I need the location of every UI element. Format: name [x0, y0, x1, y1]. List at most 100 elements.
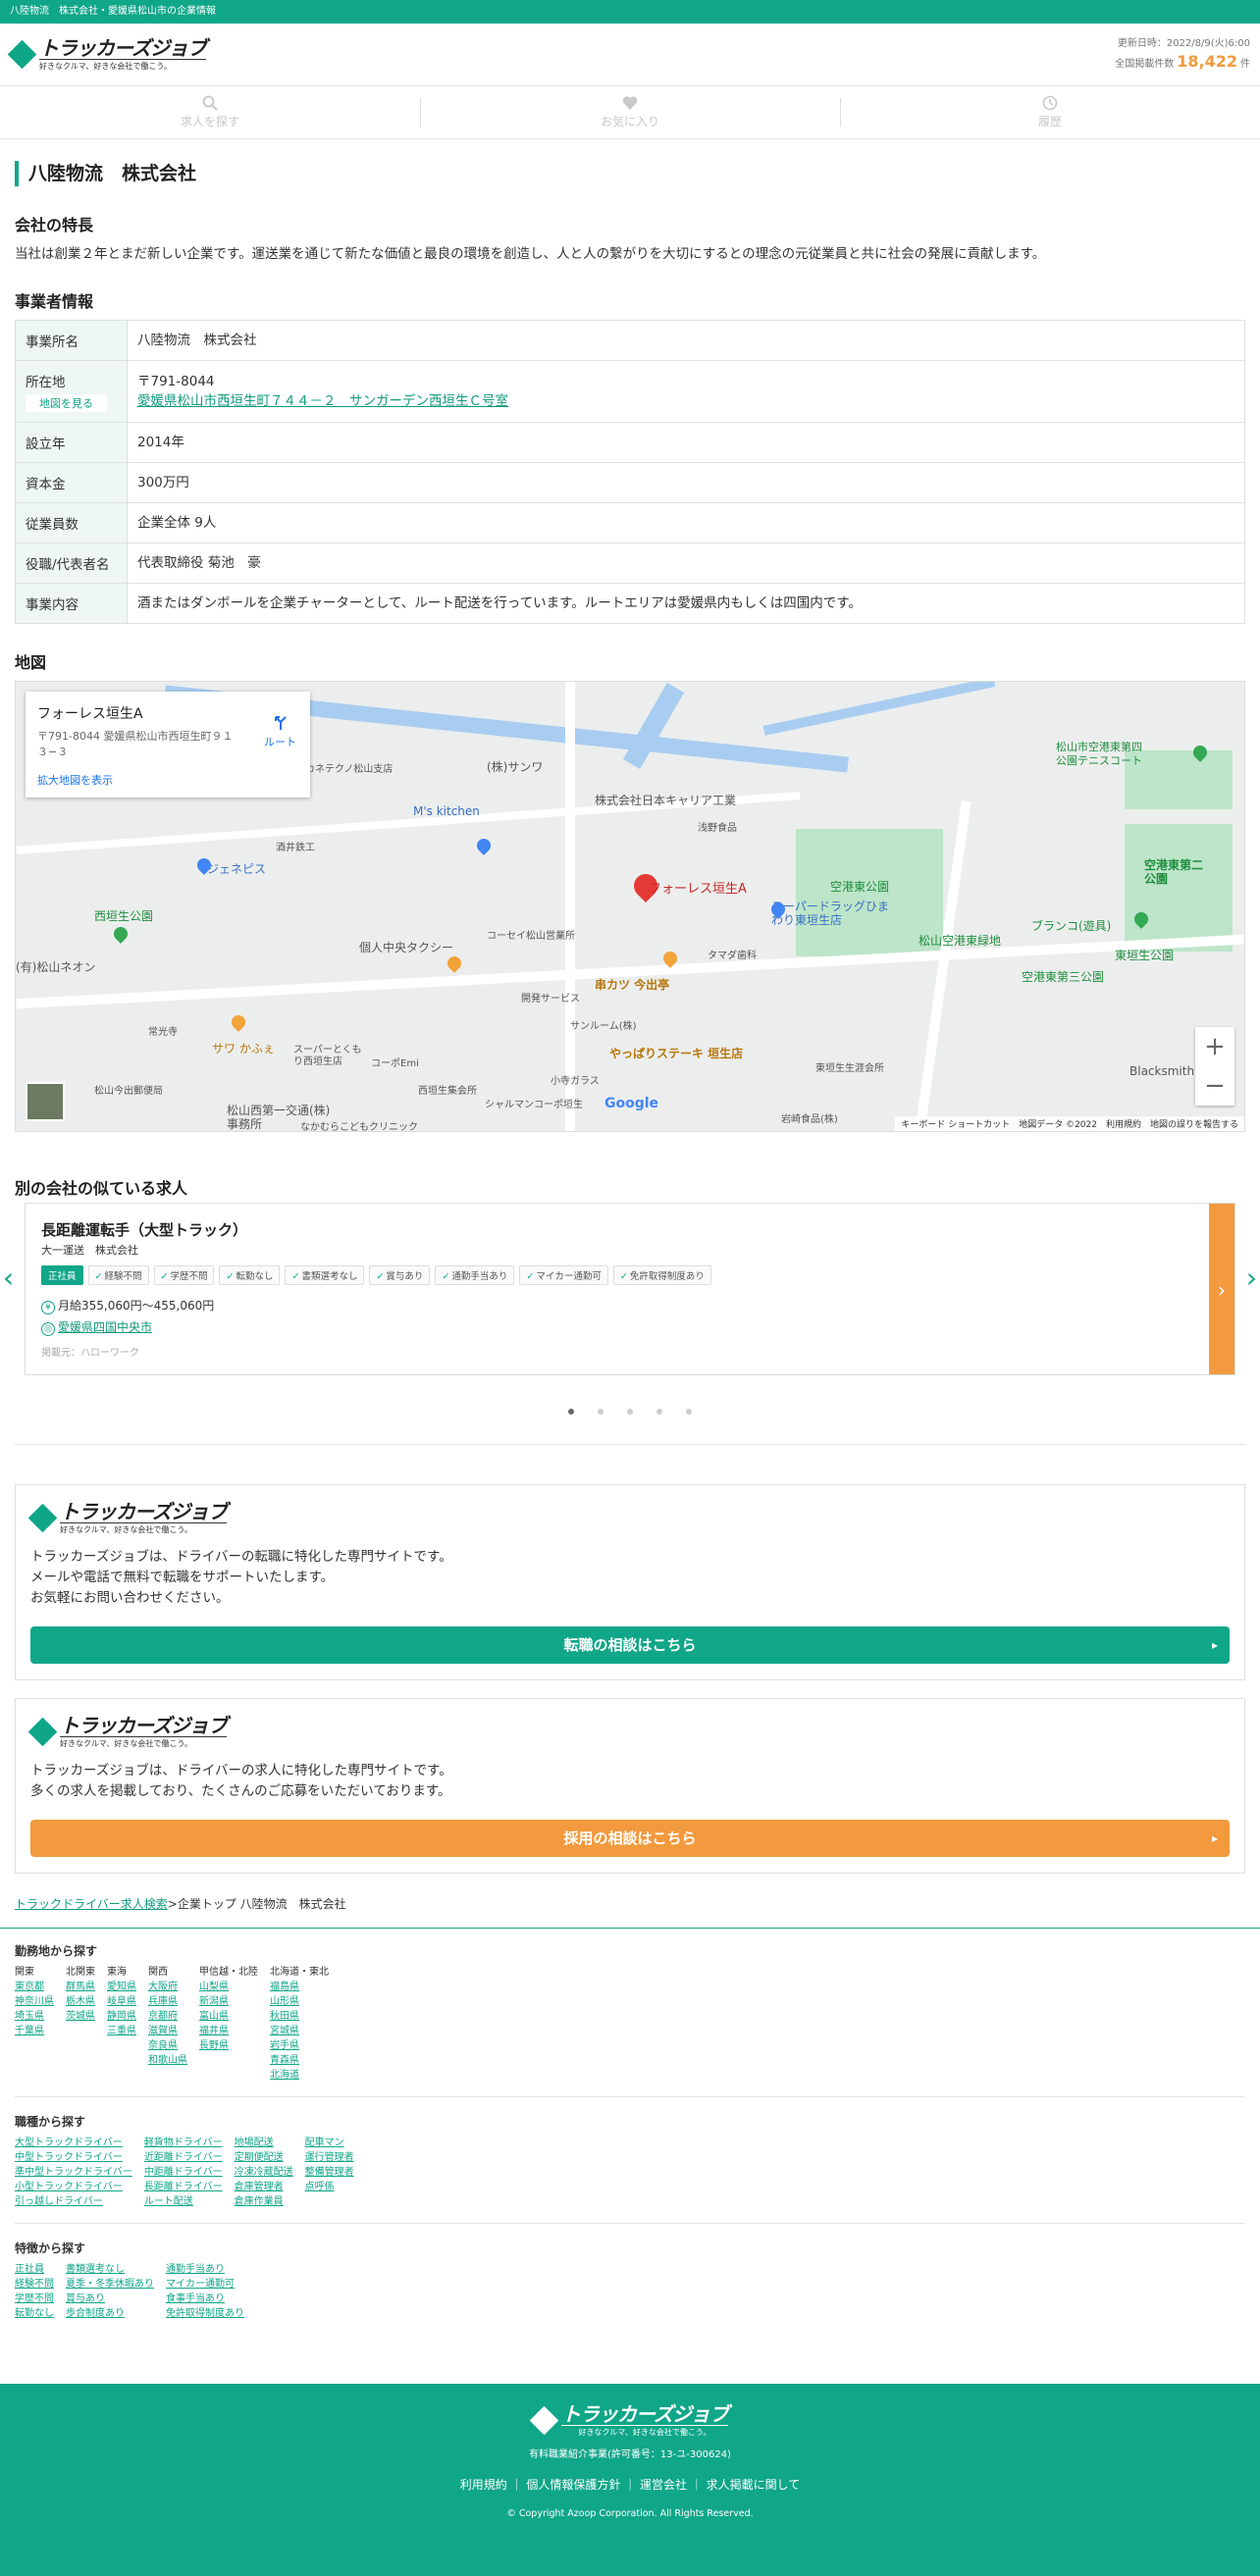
breadcrumb-home[interactable]: トラックドライバー求人検索 — [15, 1897, 168, 1911]
footer-nav-link[interactable]: 東京都 — [15, 1980, 54, 1994]
footer-nav-link[interactable]: 富山県 — [199, 2009, 258, 2024]
carousel-next-icon[interactable]: › — [1246, 1262, 1257, 1294]
footer-nav-link[interactable]: 奈良県 — [148, 2038, 187, 2053]
carousel-dot[interactable] — [598, 1409, 604, 1415]
footer-nav-link[interactable]: 宮城県 — [270, 2024, 329, 2038]
footer-nav-link[interactable]: 点呼係 — [305, 2180, 354, 2194]
map-attribution[interactable]: キーボード ショートカット 地図データ ©2022 利用規約 地図の誤りを報告す… — [895, 1116, 1244, 1131]
google-map[interactable]: (株)サンワ 株式会社日本キャリア工業 浅野食品 空港東公園 スーパードラッグひ… — [15, 681, 1245, 1132]
check-icon: ✓ — [291, 1271, 300, 1282]
row-label: 所在地 — [26, 375, 66, 390]
footer-nav-link[interactable]: 兵庫県 — [148, 1994, 187, 2009]
footer-link[interactable]: 個人情報保護方針 — [526, 2478, 620, 2492]
map-label: 空港東第三公園 — [1022, 970, 1105, 984]
footer-nav-link[interactable]: 大型トラックドライバー — [15, 2136, 132, 2150]
nav-favorites[interactable]: お気に入り — [420, 86, 840, 138]
footer-nav-link[interactable]: 京都府 — [148, 2009, 187, 2024]
footer-nav-link[interactable]: 愛知県 — [107, 1980, 136, 1994]
job-card[interactable]: 長距離運転手（大型トラック） 大一運送 株式会社 正社員 ✓ 経験不問 ✓ 学歴不問… — [25, 1203, 1235, 1375]
footer-nav-link[interactable]: 学歴不問 — [15, 2292, 54, 2306]
footer-nav-link[interactable]: 北海道 — [270, 2068, 329, 2083]
footer-nav-link[interactable]: 運行管理者 — [305, 2150, 354, 2165]
carousel-prev-icon[interactable]: ‹ — [3, 1262, 14, 1294]
footer-nav-link[interactable]: 埼玉県 — [15, 2009, 54, 2024]
nav-search[interactable]: 求人を探す — [0, 86, 420, 138]
footer-nav-link[interactable]: 食事手当あり — [166, 2292, 244, 2306]
footer-nav-link[interactable]: 岩手県 — [270, 2038, 329, 2053]
carousel-dot[interactable] — [627, 1409, 633, 1415]
footer-nav-link[interactable]: 静岡県 — [107, 2009, 136, 2024]
footer-nav-link[interactable]: 山形県 — [270, 1994, 329, 2009]
footer-nav-link[interactable]: 大阪府 — [148, 1980, 187, 1994]
footer-nav-link[interactable]: 岐阜県 — [107, 1994, 136, 2009]
address-link[interactable]: 愛媛県松山市西垣生町７４４－２ サンガーデン西垣生Ｃ号室 — [137, 393, 508, 409]
footer-nav-link[interactable]: 歩合制度あり — [66, 2306, 154, 2321]
job-columns: 大型トラックドライバー 中型トラックドライバー 準中型トラックドライバー 小型トラック… — [15, 2136, 1245, 2209]
route-button[interactable]: ルート — [264, 713, 296, 749]
footer-nav-link[interactable]: 倉庫作業員 — [235, 2194, 293, 2209]
footer-nav-link[interactable]: 山梨県 — [199, 1980, 258, 1994]
footer-nav-link[interactable]: 正社員 — [15, 2262, 54, 2277]
footer-nav-link[interactable]: 和歌山県 — [148, 2053, 187, 2068]
carousel-dot[interactable] — [656, 1409, 662, 1415]
footer-link[interactable]: 求人掲載に関して — [707, 2478, 801, 2492]
recruit-consult-button[interactable]: 採用の相談はこちら — [30, 1820, 1230, 1857]
footer-nav-link[interactable]: 冷凍冷蔵配送 — [235, 2165, 293, 2180]
zoom-out-button[interactable]: − — [1195, 1066, 1234, 1106]
job-location-link[interactable]: 愛媛県四国中央市 — [58, 1320, 152, 1334]
footer-nav-link[interactable]: 通勤手当あり — [166, 2262, 244, 2277]
footer-nav-link[interactable]: 千葉県 — [15, 2024, 54, 2038]
footer-nav-link[interactable]: 整備管理者 — [305, 2165, 354, 2180]
column-heading: 甲信越・北陸 — [199, 1967, 258, 1978]
footer-nav-link[interactable]: 準中型トラックドライバー — [15, 2165, 132, 2180]
footer-link[interactable]: 運営会社 — [640, 2478, 687, 2492]
footer-nav-link[interactable]: 長野県 — [199, 2038, 258, 2053]
footer-nav-link[interactable]: 秋田県 — [270, 2009, 329, 2024]
footer-nav-link[interactable]: 倉庫管理者 — [235, 2180, 293, 2194]
footer-nav-link[interactable]: 栃木県 — [66, 1994, 95, 2009]
footer-nav-link[interactable]: 長距離ドライバー — [144, 2180, 223, 2194]
footer-nav-link[interactable]: 賞与あり — [66, 2292, 154, 2306]
footer-nav-link[interactable]: 滋賀県 — [148, 2024, 187, 2038]
footer-nav-link[interactable]: 神奈川県 — [15, 1994, 54, 2009]
footer-nav-link[interactable]: ルート配送 — [144, 2194, 223, 2209]
enlarge-map-link[interactable]: 拡大地図を表示 — [37, 772, 298, 788]
zoom-in-button[interactable]: + — [1195, 1027, 1234, 1066]
footer-nav-link[interactable]: 小型トラックドライバー — [15, 2180, 132, 2194]
carousel-dot[interactable] — [568, 1409, 574, 1415]
heart-icon — [622, 96, 638, 110]
footer-nav-link[interactable]: 地場配送 — [235, 2136, 293, 2150]
footer-nav-link[interactable]: 配車マン — [305, 2136, 354, 2150]
footer-nav-link[interactable]: 新潟県 — [199, 1994, 258, 2009]
footer-link[interactable]: 利用規約 — [460, 2478, 507, 2492]
footer-nav-link[interactable]: 書類選考なし — [66, 2262, 154, 2277]
map-view-button[interactable]: 地図を見る — [26, 394, 107, 412]
map-road — [565, 682, 575, 1131]
footer-nav-link[interactable]: 引っ越しドライバー — [15, 2194, 132, 2209]
footer-nav-link[interactable]: 近距離ドライバー — [144, 2150, 223, 2165]
footer-nav-link[interactable]: 福島県 — [270, 1980, 329, 1994]
career-consult-button[interactable]: 転職の相談はこちら — [30, 1626, 1230, 1664]
footer-nav-link[interactable]: 転勤なし — [15, 2306, 54, 2321]
footer-nav-link[interactable]: 中型トラックドライバー — [15, 2150, 132, 2165]
card-next-tab-icon[interactable]: › — [1209, 1204, 1234, 1374]
satellite-toggle[interactable] — [26, 1082, 65, 1121]
footer-nav-link[interactable]: 定期便配送 — [235, 2150, 293, 2165]
carousel-dot[interactable] — [686, 1409, 692, 1415]
place-address: 〒791-8044 愛媛県松山市西垣生町９１３−３ — [37, 730, 234, 758]
footer-nav-link[interactable]: 福井県 — [199, 2024, 258, 2038]
topbar: 八陸物流 株式会社・愛媛県松山市の企業情報 — [0, 0, 1260, 24]
footer-nav-link[interactable]: 群馬県 — [66, 1980, 95, 1994]
footer-nav-link[interactable]: 夏季・冬季休暇あり — [66, 2277, 154, 2292]
footer-nav-link[interactable]: 経験不問 — [15, 2277, 54, 2292]
footer-logo[interactable]: トラッカーズジョブ 好きなクルマ、好きな会社で働こう。 — [0, 2403, 1260, 2438]
footer-nav-link[interactable]: 三重県 — [107, 2024, 136, 2038]
footer-nav-link[interactable]: 中距離ドライバー — [144, 2165, 223, 2180]
footer-nav-link[interactable]: 免許取得制度あり — [166, 2306, 244, 2321]
nav-history[interactable]: 履歴 — [840, 86, 1260, 138]
footer-nav-link[interactable]: 茨城県 — [66, 2009, 95, 2024]
footer-nav-link[interactable]: マイカー通勤可 — [166, 2277, 244, 2292]
footer-nav-link[interactable]: 青森県 — [270, 2053, 329, 2068]
footer-nav-link[interactable]: 軽貨物ドライバー — [144, 2136, 223, 2150]
site-logo[interactable]: トラッカーズジョブ 好きなクルマ、好きな会社で働こう。 — [7, 37, 207, 72]
